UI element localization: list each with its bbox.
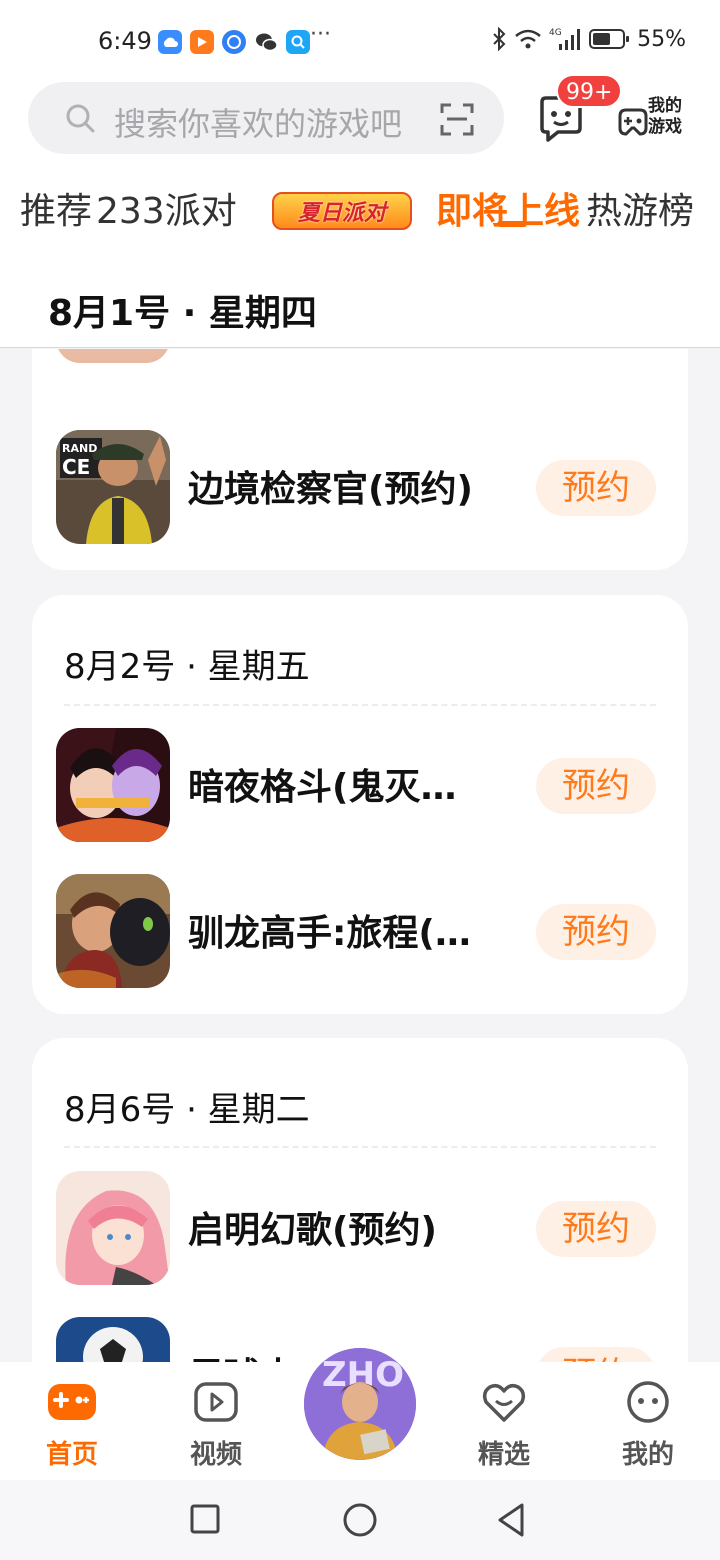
search-placeholder: 搜索你喜欢的游戏吧 [114, 105, 403, 143]
bluetooth-icon [493, 27, 506, 51]
list-item[interactable]: 暗夜格斗(鬼灭… 预约 [56, 728, 664, 844]
active-tab-indicator [497, 221, 527, 227]
back-triangle-icon[interactable] [492, 1500, 532, 1540]
search-app-icon [286, 30, 310, 54]
list-item[interactable]: 驯龙高手:旅程(… 预约 [56, 874, 664, 990]
reserve-button[interactable]: 预约 [536, 1347, 656, 1363]
game-icon [56, 1171, 170, 1285]
game-name: 驯龙高手:旅程(… [188, 913, 471, 954]
status-time: 6:49 [98, 27, 152, 55]
wechat-icon [254, 30, 278, 54]
nav-video-label: 视频 [189, 1440, 242, 1470]
svg-text:CE: CE [62, 455, 90, 479]
svg-text:4G: 4G [549, 28, 562, 38]
home-circle-icon[interactable] [340, 1500, 380, 1540]
battery-percent: 55% [637, 26, 686, 52]
my-games-button[interactable]: 我的游戏 [616, 96, 696, 144]
tab-hot-ranking[interactable]: 热游榜 [586, 182, 694, 234]
reserve-button[interactable]: 预约 [536, 904, 656, 960]
game-icon: RAND CE [56, 430, 170, 544]
game-icon [56, 349, 170, 363]
recents-square-icon[interactable] [186, 1500, 226, 1540]
reserve-button[interactable]: 预约 [536, 758, 656, 814]
card-date: 8月2号 · 星期五 [64, 647, 310, 687]
list-item[interactable]: 启明幻歌(预约) 预约 [56, 1171, 664, 1287]
nav-me-label: 我的 [621, 1440, 674, 1470]
summer-party-logo-text: 夏日派对 [297, 201, 386, 226]
cloud-app-icon [158, 30, 182, 54]
nav-home[interactable]: 首页 [22, 1380, 122, 1471]
border-officer-game-icon: RAND CE [56, 430, 170, 544]
tab-recommend[interactable]: 推荐 [20, 182, 92, 234]
avatar-image: ZHO [304, 1348, 416, 1460]
status-right: 4G 55% [491, 26, 686, 52]
game-icon [56, 1317, 170, 1363]
video-icon [194, 1382, 238, 1422]
tab-summer-party[interactable]: 夏日派对 [272, 192, 412, 230]
date-card: 8月6号 · 星期二 启明幻歌(预约) 预约 [32, 1038, 688, 1363]
date-card: 8月2号 · 星期五 暗夜格斗(鬼灭… 预约 驯龙高手:旅程(… 预约 [32, 595, 688, 1014]
game-name: 启明幻歌(预约) [188, 1210, 437, 1251]
status-bar: 6:49 ··· 4G 55% [0, 0, 720, 80]
home-gamepad-icon [48, 1384, 96, 1420]
football-game-icon [56, 1317, 170, 1363]
wifi-icon [515, 29, 541, 49]
system-navigation-bar [0, 1480, 720, 1560]
sticky-date-header: 8月1号 · 星期四 [0, 250, 720, 348]
avatar[interactable]: ZHO [304, 1348, 416, 1460]
svg-text:RAND: RAND [62, 442, 97, 455]
sticky-date-text: 8月1号 · 星期四 [48, 293, 317, 334]
reserve-button[interactable]: 预约 [536, 460, 656, 516]
card-date: 8月6号 · 星期二 [64, 1090, 310, 1130]
my-games-label: 我的游戏 [648, 96, 682, 137]
list-item[interactable]: RAND CE 边境检察官(预约) 预约 [56, 430, 664, 546]
dark-night-fight-game-icon [56, 728, 170, 842]
more-notifications-icon: ··· [310, 22, 331, 47]
tab-233-party[interactable]: 233派对 [96, 182, 248, 234]
date-card: RAND CE 边境检察官(预约) 预约 [32, 349, 688, 570]
dragon-trainer-game-icon [56, 874, 170, 988]
video-app-icon [190, 30, 214, 54]
nav-home-label: 首页 [45, 1440, 98, 1470]
nav-featured[interactable]: 精选 [454, 1380, 554, 1471]
message-badge: 99+ [556, 74, 623, 108]
list-item-partial [56, 349, 664, 399]
nav-me[interactable]: 我的 [598, 1380, 698, 1471]
app-header: 搜索你喜欢的游戏吧 99+ 我的游戏 推荐 233派对 即将上线 热游榜 夏日派… [0, 74, 720, 250]
search-bar[interactable]: 搜索你喜欢的游戏吧 [28, 82, 504, 154]
nav-video[interactable]: 视频 [166, 1380, 266, 1471]
game-name: 边境检察官(预约) [188, 469, 473, 510]
scan-icon[interactable] [440, 102, 474, 136]
battery-icon [589, 29, 630, 49]
nav-featured-label: 精选 [477, 1440, 530, 1470]
release-list[interactable]: RAND CE 边境检察官(预约) 预约 8月2号 · 星期五 暗夜格斗(鬼灭…… [0, 349, 720, 1363]
game-name: 暗夜格斗(鬼灭… [188, 767, 457, 808]
search-icon [66, 104, 95, 133]
featured-heart-icon [482, 1383, 526, 1422]
divider [64, 1146, 656, 1148]
divider [64, 704, 656, 706]
game-icon [56, 728, 170, 842]
game-icon [56, 874, 170, 988]
signal-icon: 4G [549, 28, 581, 50]
browser-app-icon [222, 30, 246, 54]
qiming-song-game-icon [56, 1171, 170, 1285]
notification-icons [158, 30, 310, 54]
profile-face-icon [627, 1381, 669, 1423]
gamepad-icon [618, 108, 648, 136]
reserve-button[interactable]: 预约 [536, 1201, 656, 1257]
